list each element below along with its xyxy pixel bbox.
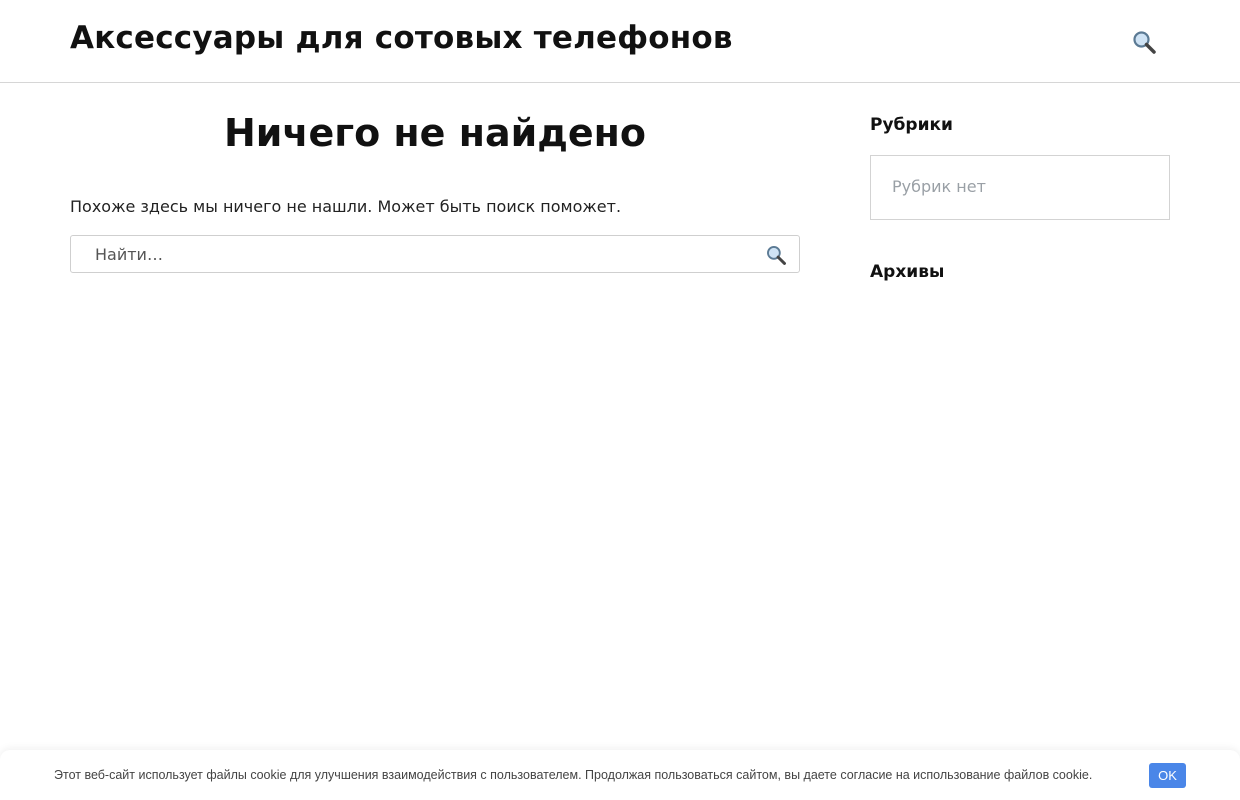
search-icon: [765, 244, 787, 266]
page: Аксессуары для сотовых телефонов Ничего …: [0, 0, 1240, 800]
search-submit-button[interactable]: [765, 244, 787, 266]
categories-empty-text: Рубрик нет: [892, 177, 986, 196]
cookie-notice-text: Этот веб-сайт использует файлы cookie дл…: [54, 768, 1093, 782]
search-input[interactable]: [71, 236, 751, 272]
archives-widget-title: Архивы: [870, 262, 945, 282]
categories-widget-title: Рубрики: [870, 115, 953, 135]
cookie-notice-bar: Этот веб-сайт использует файлы cookie дл…: [0, 750, 1240, 800]
cookie-ok-button[interactable]: OK: [1149, 763, 1186, 788]
page-title: Ничего не найдено: [223, 111, 647, 155]
search-form: [70, 235, 800, 273]
site-header: Аксессуары для сотовых телефонов: [0, 0, 1240, 83]
site-title[interactable]: Аксессуары для сотовых телефонов: [70, 20, 733, 56]
categories-empty-box: Рубрик нет: [870, 155, 1170, 220]
search-icon[interactable]: [1131, 29, 1157, 55]
not-found-message: Похоже здесь мы ничего не нашли. Может б…: [70, 197, 622, 216]
